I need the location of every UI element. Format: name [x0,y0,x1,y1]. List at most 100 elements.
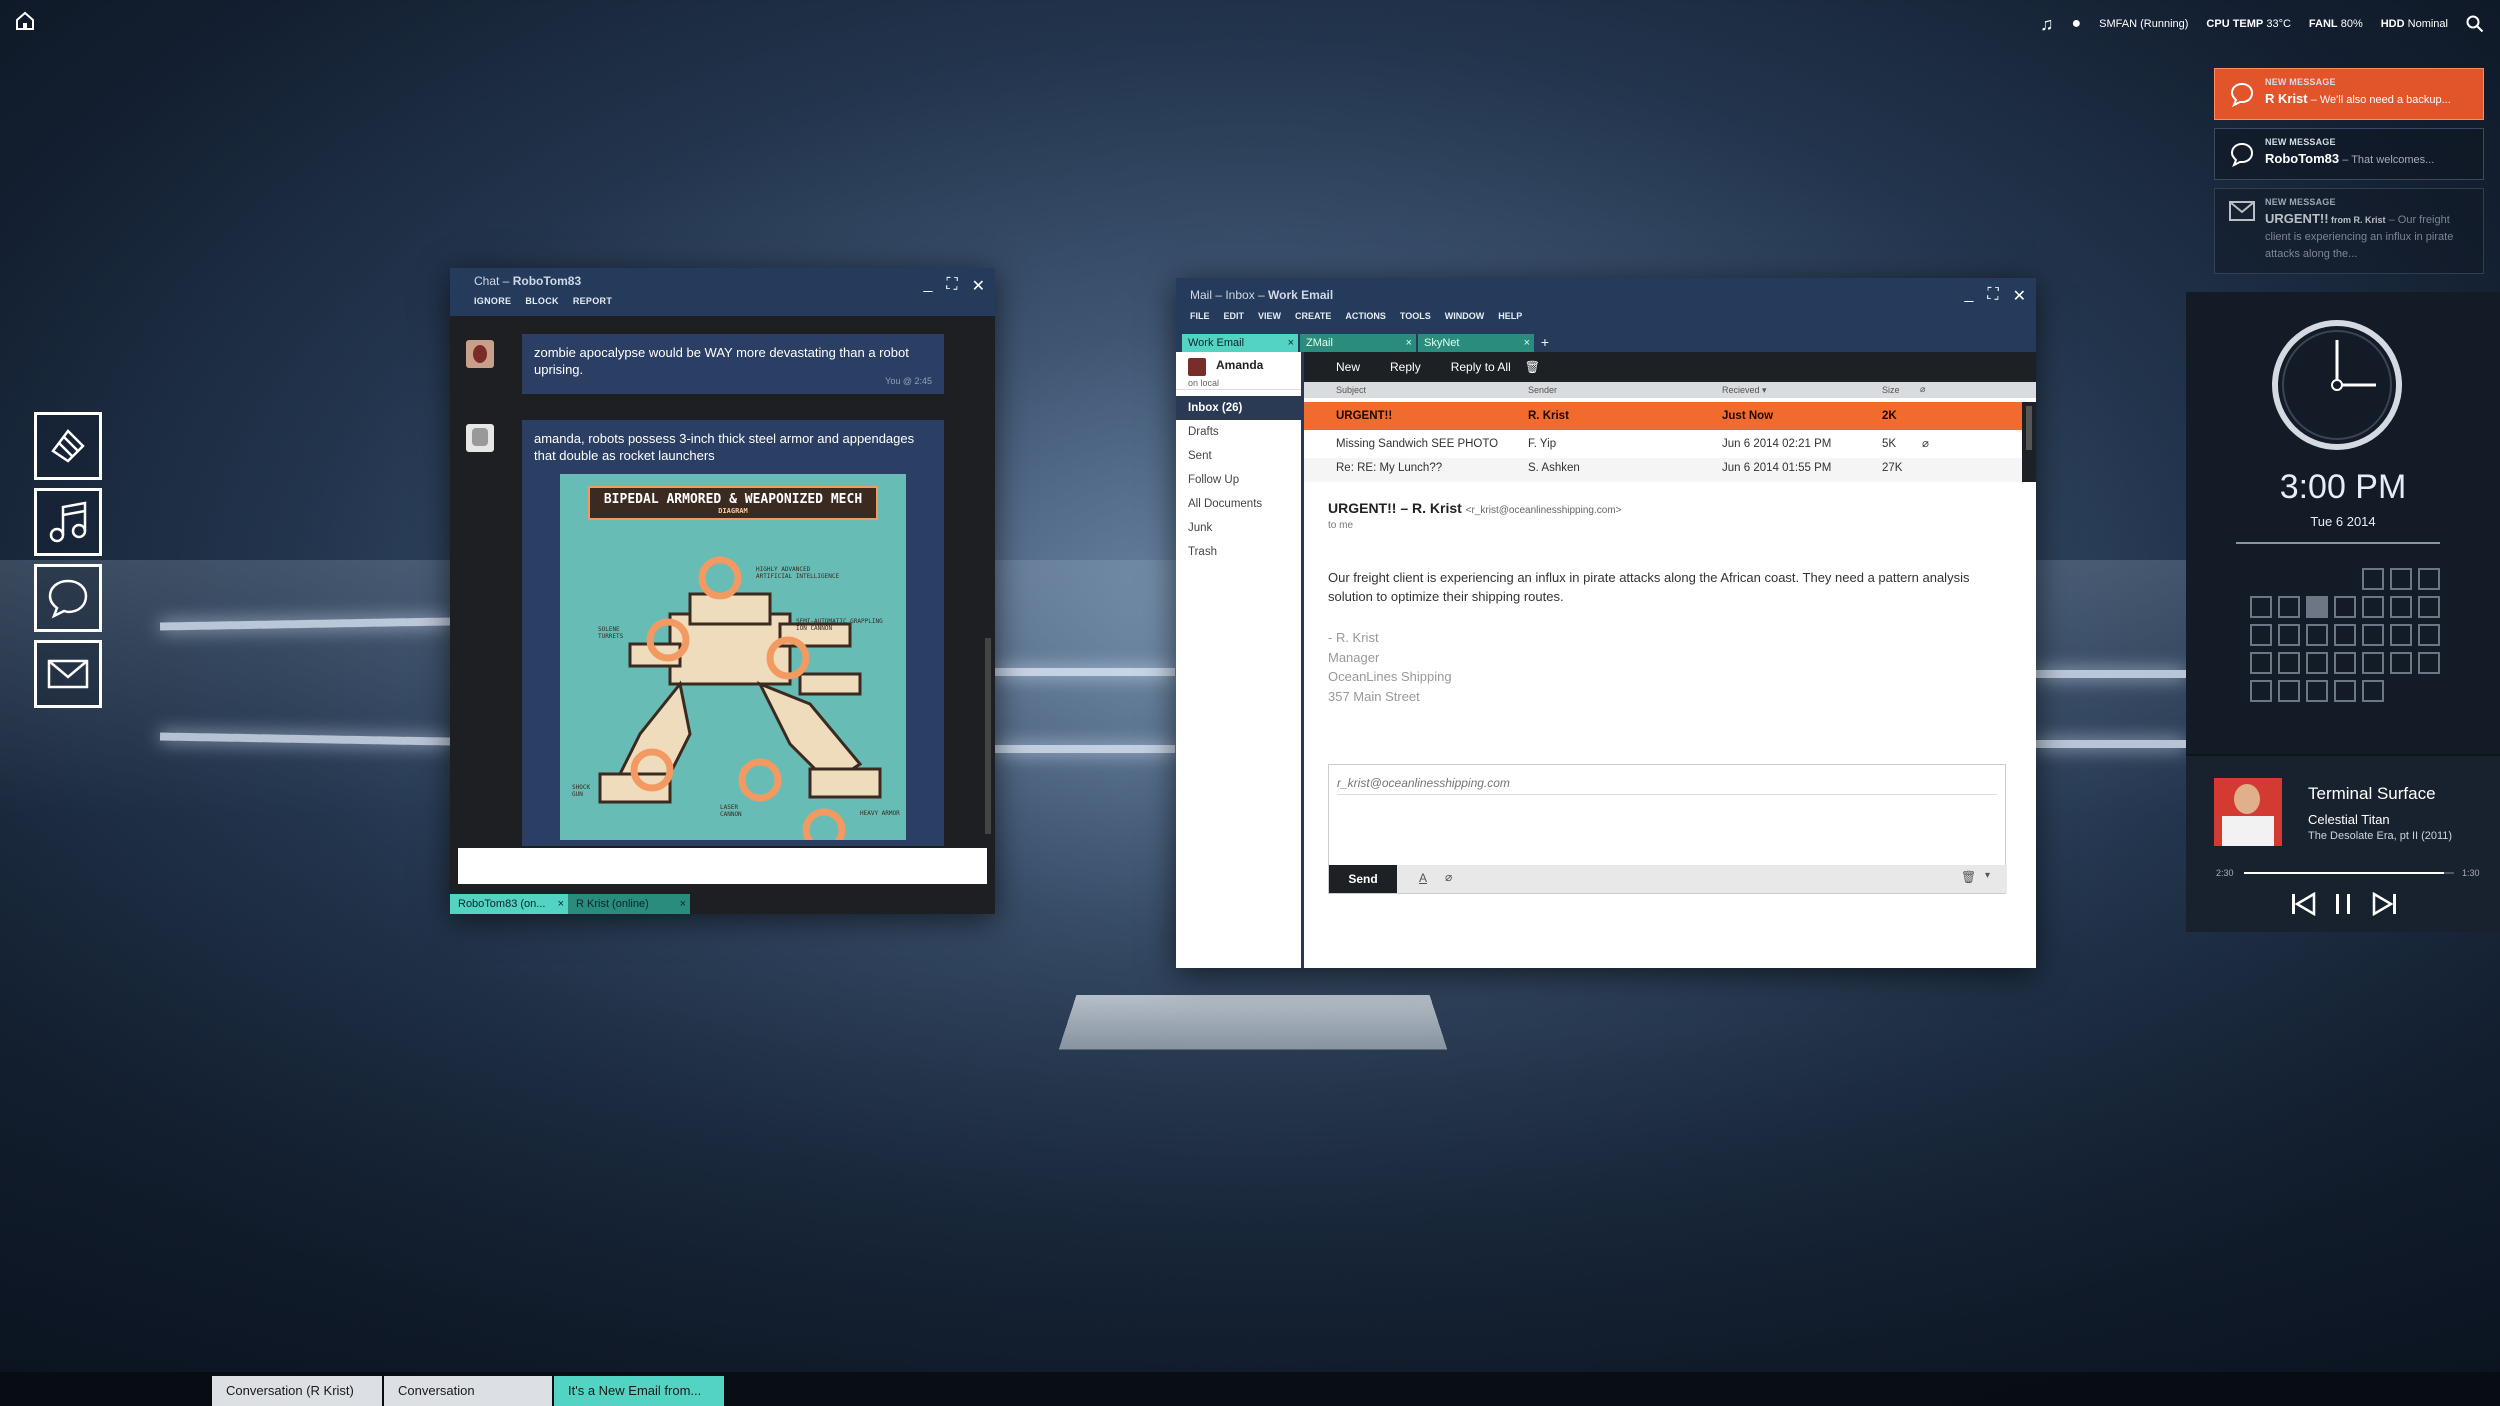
home-icon[interactable] [14,10,36,32]
column-size[interactable]: Size [1882,385,1900,395]
pause-icon[interactable] [2332,892,2354,916]
row-subject: Missing Sandwich SEE PHOTO [1336,438,1499,450]
row-sender: S. Ashken [1528,462,1580,474]
minimize-icon[interactable]: _ [923,276,932,296]
row-subject: URGENT!! [1336,410,1393,422]
next-track-icon[interactable] [2372,892,2398,916]
block-menu-item[interactable]: BLOCK [525,296,559,306]
chat-tabs: RoboTom83 (on... × R Krist (online) × [450,894,690,914]
text-format-icon[interactable]: A [1419,871,1427,885]
progress-track[interactable] [2244,872,2454,874]
menu-view[interactable]: VIEW [1258,311,1281,321]
new-button[interactable]: New [1336,360,1360,374]
menu-help[interactable]: HELP [1498,311,1522,321]
close-tab-icon[interactable]: × [680,894,686,914]
track-title: Terminal Surface [2308,784,2436,803]
speech-bubble-icon [2230,82,2254,107]
column-received[interactable]: Recieved ▾ [1722,385,1767,396]
reply-button[interactable]: Reply [1390,360,1421,374]
light-band [995,745,1175,753]
close-tab-icon[interactable]: × [1288,334,1294,352]
compose-body[interactable] [1337,799,1997,859]
chat-title-name: RoboTom83 [512,274,582,288]
menu-file[interactable]: FILE [1190,311,1210,321]
folder-inbox[interactable]: Inbox (26) [1176,396,1301,420]
minimize-icon[interactable]: _ [1964,286,1973,306]
close-icon[interactable]: ✕ [2013,286,2026,306]
tab-skynet[interactable]: SkyNet × [1418,334,1534,352]
maximize-icon[interactable]: ⛶ [946,276,957,296]
table-row[interactable]: Re: RE: My Lunch?? S. Ashken Jun 6 2014 … [1304,458,2022,482]
chevron-down-icon[interactable]: ▾ [1985,870,1990,881]
table-row[interactable]: URGENT!! R. Krist Just Now 2K [1304,402,2022,430]
attach-icon[interactable]: ⌀ [1445,870,1452,884]
notification-text: RoboTom83 – That welcomes... [2265,151,2435,166]
chat-titlebar[interactable]: Chat – RoboTom83 IGNORE BLOCK REPORT _ ⛶… [450,268,995,316]
chat-scrollbar[interactable] [985,638,991,834]
menu-edit[interactable]: EDIT [1224,311,1245,321]
music-note-icon[interactable]: ♫ [2040,14,2054,35]
album-art[interactable] [2214,778,2282,846]
add-tab-icon[interactable]: + [1536,334,1554,352]
row-size: 2K [1882,410,1897,422]
previous-track-icon[interactable] [2290,892,2316,916]
tab-r-krist[interactable]: R Krist (online) × [568,894,690,914]
list-scrollbar[interactable] [2022,402,2036,482]
avatar [466,340,494,368]
chat-bubbles-icon[interactable]: ● [2071,15,2081,33]
search-icon[interactable] [2466,15,2484,33]
light-band [2036,740,2186,748]
folder-junk[interactable]: Junk [1176,516,1301,540]
taskbar-item[interactable]: Conversation (R Krist) [212,1376,382,1406]
folder-follow-up[interactable]: Follow Up [1176,468,1301,492]
row-size: 5K [1882,438,1897,450]
folder-sent[interactable]: Sent [1176,444,1301,468]
menu-create[interactable]: CREATE [1295,311,1331,321]
send-button[interactable]: Send [1329,865,1397,893]
ignore-menu-item[interactable]: IGNORE [474,296,511,306]
close-tab-icon[interactable]: × [1406,334,1412,352]
chat-input[interactable] [458,848,987,884]
taskbar-item[interactable]: Conversation (RoboTo... [384,1376,552,1406]
top-bar: ♫ ● SMFAN (Running) CPU TEMP 33°C FANL 8… [0,0,2500,46]
menu-actions[interactable]: ACTIONS [1345,311,1386,321]
reply-all-button[interactable]: Reply to All [1451,360,1511,374]
fan-status: SMFAN (Running) [2099,18,2189,30]
mech-diagram-image[interactable]: BIPEDAL ARMORED & WEAPONIZED MECH DIAGRA… [560,474,906,840]
notification-item[interactable]: NEW MESSAGE URGENT!! from R. Krist – Our… [2214,188,2484,274]
dock-music-button[interactable] [34,488,102,556]
dock-apps-button[interactable] [34,412,102,480]
mail-titlebar[interactable]: Mail – Inbox – Work Email FILE EDIT VIEW… [1176,278,2036,352]
trash-icon[interactable]: 🗑 [1525,360,1540,374]
message-signature: - R. Krist Manager OceanLines Shipping 3… [1328,630,1452,704]
maximize-icon[interactable]: ⛶ [1987,286,1998,306]
close-tab-icon[interactable]: × [558,894,564,914]
message-from[interactable]: <r_krist@oceanlinesshipping.com> [1466,505,1622,516]
taskbar-item[interactable]: It's a New Email from... [554,1376,724,1406]
user-name: Amanda [1216,358,1264,372]
diagram-label: SHOCK GUN [572,784,591,798]
menu-window[interactable]: WINDOW [1445,311,1485,321]
dock-mail-button[interactable] [34,640,102,708]
tab-work-email[interactable]: Work Email × [1182,334,1298,352]
folder-drafts[interactable]: Drafts [1176,420,1301,444]
tab-zmail[interactable]: ZMail × [1300,334,1416,352]
folder-trash[interactable]: Trash [1176,540,1301,564]
folder-all-documents[interactable]: All Documents [1176,492,1301,516]
notification-item[interactable]: NEW MESSAGE RoboTom83 – That welcomes... [2214,128,2484,180]
compose-to-field[interactable] [1337,771,1997,795]
menu-tools[interactable]: TOOLS [1400,311,1431,321]
close-tab-icon[interactable]: × [1524,334,1530,352]
column-sender[interactable]: Sender [1528,385,1557,395]
report-menu-item[interactable]: REPORT [573,296,612,306]
tab-robotom83[interactable]: RoboTom83 (on... × [450,894,568,914]
table-row[interactable]: Missing Sandwich SEE PHOTO F. Yip Jun 6 … [1304,430,2022,458]
close-icon[interactable]: ✕ [972,276,985,296]
column-subject[interactable]: Subject [1336,385,1366,395]
dock-chat-button[interactable] [34,564,102,632]
folder-sidebar: Amanda on local Inbox (26) Drafts Sent F… [1176,352,1304,968]
hdd-status: HDD Nominal [2380,18,2448,30]
notification-item[interactable]: NEW MESSAGE R Krist – We'll also need a … [2214,68,2484,120]
discard-icon[interactable]: 🗑 [1961,870,1976,884]
clock-date: Tue 6 2014 [2310,514,2376,529]
